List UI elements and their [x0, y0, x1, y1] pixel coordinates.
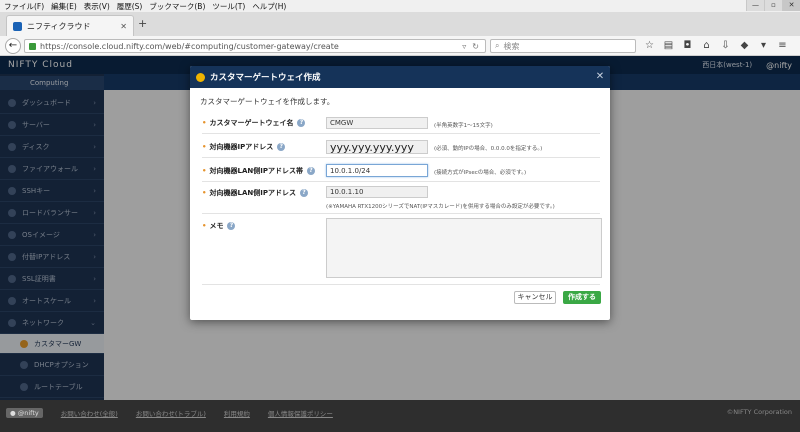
more-icon[interactable]: ▾ — [754, 38, 773, 54]
search-icon: ⌕ — [495, 41, 500, 50]
help-icon[interactable]: ? — [277, 143, 286, 151]
copyright: ©NIFTY Corporation — [726, 408, 792, 416]
powered-by-badge: ● @nifty — [6, 408, 43, 418]
new-tab-icon[interactable]: + — [138, 17, 147, 30]
reading-list-icon[interactable]: ▤ — [659, 38, 678, 54]
peer-ip-note: (必須、動的IPの場合、0.0.0.0を指定する。) — [434, 146, 543, 152]
peer-ip-input[interactable]: yyy.yyy.yyy.yyy — [326, 140, 428, 154]
url-text: https://console.cloud.nifty.com/web/#com… — [40, 41, 339, 51]
help-icon[interactable]: ? — [299, 189, 308, 197]
window-controls: — ▫ ✕ — [746, 0, 800, 12]
menu-tools[interactable]: ツール(T) — [212, 1, 245, 12]
create-customer-gateway-dialog: カスタマーゲートウェイ作成 ✕ カスタマーゲートウェイを作成します。 • カスタマ… — [190, 66, 610, 320]
close-icon[interactable]: ✕ — [590, 66, 610, 88]
gateway-name-note: (半角英数字1〜15文字) — [434, 123, 493, 129]
lan-cidr-note: (接続方式がIPsecの場合、必須です。) — [434, 170, 527, 176]
label-gateway-name: • カスタマーゲートウェイ名? — [202, 118, 306, 128]
help-icon[interactable]: ? — [227, 222, 236, 230]
close-tab-icon[interactable]: ✕ — [120, 22, 127, 31]
label-lan-ip: • 対向機器LAN側IPアドレス? — [202, 188, 308, 198]
label-memo: • メモ? — [202, 221, 236, 231]
download-icon[interactable]: ⇩ — [716, 38, 735, 54]
lock-icon — [29, 42, 36, 50]
footer-link-terms[interactable]: 利用規約 — [224, 408, 250, 418]
bookmark-star-icon[interactable]: ☆ — [640, 38, 659, 54]
dialog-description: カスタマーゲートウェイを作成します。 — [200, 97, 335, 106]
memo-textarea[interactable] — [326, 218, 602, 278]
menu-bookmarks[interactable]: ブックマーク(B) — [149, 1, 205, 12]
footer-link-trouble[interactable]: お問い合わせ(トラブル) — [136, 408, 206, 418]
maximize-button[interactable]: ▫ — [764, 0, 782, 11]
menu-edit[interactable]: 編集(E) — [51, 1, 77, 12]
footer: ● @nifty お問い合わせ(全般) お問い合わせ(トラブル) 利用規約 個人… — [0, 400, 800, 432]
dropdown-icon[interactable]: ▿ — [462, 42, 466, 51]
search-placeholder: 検索 — [503, 41, 520, 51]
url-bar[interactable]: https://console.cloud.nifty.com/web/#com… — [24, 39, 486, 53]
back-arrow-icon[interactable]: ← — [5, 38, 21, 54]
gateway-icon — [196, 72, 205, 82]
create-button[interactable]: 作成する — [563, 291, 601, 304]
footer-link-contact[interactable]: お問い合わせ(全般) — [61, 408, 118, 418]
minimize-button[interactable]: — — [746, 0, 764, 11]
lan-ip-input[interactable]: 10.0.1.10 — [326, 186, 428, 198]
footer-link-privacy[interactable]: 個人情報保護ポリシー — [268, 408, 333, 418]
menu-view[interactable]: 表示(V) — [84, 1, 110, 12]
menu-help[interactable]: ヘルプ(H) — [252, 1, 286, 12]
help-icon[interactable]: ? — [297, 119, 306, 127]
toolbar-icons: ☆ ▤ ◘ ⌂ ⇩ ◆ ▾ ≡ — [640, 38, 792, 54]
tab-title: ニフティクラウド — [27, 21, 91, 31]
close-window-button[interactable]: ✕ — [782, 0, 800, 11]
dialog-header: カスタマーゲートウェイ作成 — [190, 66, 610, 88]
browser-tab[interactable]: ニフティクラウド ✕ — [6, 15, 134, 36]
label-peer-ip: • 対向機器IPアドレス? — [202, 142, 286, 152]
cancel-button[interactable]: キャンセル — [514, 291, 556, 304]
search-input[interactable]: ⌕ 検索 — [490, 39, 636, 53]
pocket-icon[interactable]: ◘ — [678, 38, 697, 54]
lan-cidr-input[interactable]: 10.0.1.0/24 — [326, 164, 428, 177]
help-icon[interactable]: ? — [306, 167, 315, 175]
extension-icon[interactable]: ◆ — [735, 38, 754, 54]
hamburger-menu-icon[interactable]: ≡ — [773, 38, 792, 54]
favicon-icon — [13, 21, 22, 31]
reload-icon[interactable]: ↻ — [472, 42, 479, 51]
menu-history[interactable]: 履歴(S) — [117, 1, 143, 12]
menu-bar: ファイル(F) 編集(E) 表示(V) 履歴(S) ブックマーク(B) ツール(… — [0, 0, 800, 12]
dialog-title: カスタマーゲートウェイ作成 — [210, 73, 321, 83]
divider — [202, 284, 600, 285]
lan-ip-note: (※YAMAHA RTX1200シリーズでNAT(IPマスカレード)を併用する場… — [326, 204, 555, 210]
gateway-name-input[interactable]: CMGW — [326, 117, 428, 129]
label-lan-cidr: • 対向機器LAN側IPアドレス帯? — [202, 166, 315, 176]
home-icon[interactable]: ⌂ — [697, 38, 716, 54]
menu-file[interactable]: ファイル(F) — [4, 1, 44, 12]
